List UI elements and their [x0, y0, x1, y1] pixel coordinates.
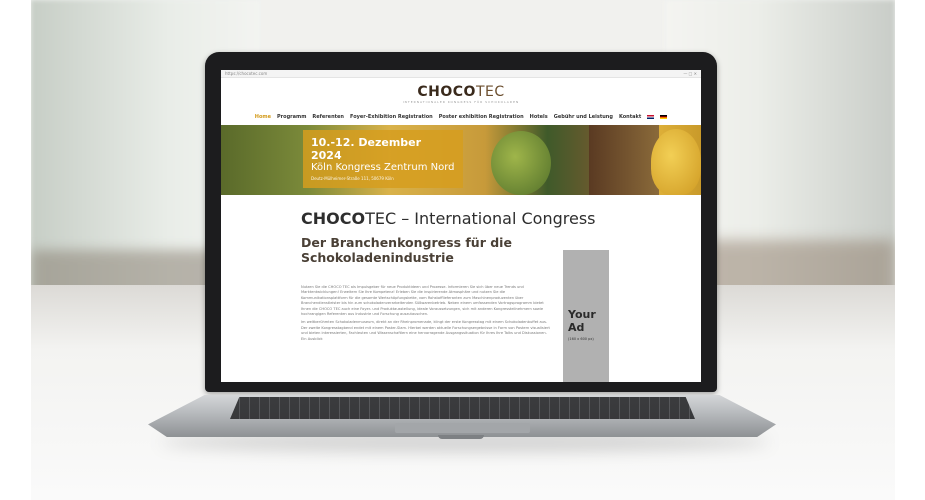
site-logo[interactable]: CHOCOTEC	[221, 84, 701, 100]
logo-tec: TEC	[475, 84, 505, 100]
event-info-box: 10.-12. Dezember 2024 Köln Kongress Zent…	[303, 130, 463, 188]
ad-size: (160 x 600 px)	[568, 337, 594, 341]
laptop-hinge-notch	[438, 435, 484, 439]
url-text[interactable]: https://chocotec.com	[225, 71, 267, 76]
logo-subtitle: INTERNATIONALER KONGRESS FÜR SCHOKOLADEN	[402, 100, 520, 104]
ad-title: Your Ad	[568, 308, 596, 334]
second-paragraph: Im weltberühmten Schokoladenmuseum, dire…	[301, 320, 550, 341]
event-address: Deutz-Mülheimer-Straße 111, 50679 Köln	[311, 176, 394, 181]
flag-de-icon[interactable]	[660, 115, 668, 119]
ad-banner[interactable]: Your Ad (160 x 600 px)	[563, 250, 609, 382]
logo-choco: CHOCO	[417, 84, 476, 100]
page-subtitle: Der Branchenkongress für die Schokoladen…	[301, 235, 512, 265]
hero-banner: 10.-12. Dezember 2024 Köln Kongress Zent…	[221, 125, 701, 195]
nav-kontakt[interactable]: Kontakt	[619, 114, 641, 120]
intro-paragraph: Nutzen Sie die CHOCO TEC als Impulsgeber…	[301, 285, 544, 317]
nav-programm[interactable]: Programm	[277, 114, 306, 120]
nav-hotels[interactable]: Hotels	[530, 114, 548, 120]
cocoa-pod-green	[491, 131, 551, 195]
event-date: 10.-12. Dezember 2024	[311, 136, 422, 162]
nav-poster-exhibition[interactable]: Poster exhibition Registration	[439, 114, 524, 120]
site-header: CHOCOTEC INTERNATIONALER KONGRESS FÜR SC…	[221, 78, 701, 112]
window-controls[interactable]: — □ ✕	[683, 71, 697, 76]
laptop-lid: https://chocotec.com — □ ✕ CHOCOTEC INTE…	[205, 52, 717, 392]
browser-address-bar[interactable]: https://chocotec.com — □ ✕	[221, 70, 701, 78]
main-nav: Home Programm Referenten Foyer-Exhibitio…	[221, 112, 701, 122]
laptop-screen: https://chocotec.com — □ ✕ CHOCOTEC INTE…	[221, 70, 701, 382]
cocoa-pod-yellow	[651, 129, 701, 195]
title-rest: TEC – International Congress	[365, 209, 596, 228]
main-content: CHOCOTEC – International Congress Der Br…	[221, 209, 701, 382]
nav-referenten[interactable]: Referenten	[312, 114, 344, 120]
laptop-keyboard	[230, 397, 695, 419]
page-title: CHOCOTEC – International Congress	[301, 209, 701, 228]
cocoa-pod-brown	[589, 125, 659, 195]
event-venue: Köln Kongress Zentrum Nord	[311, 162, 455, 173]
nav-home[interactable]: Home	[255, 114, 271, 120]
laptop-trackpad	[395, 423, 530, 433]
nav-foyer-exhibition[interactable]: Foyer-Exhibition Registration	[350, 114, 433, 120]
nav-gebuehr[interactable]: Gebühr und Leistung	[554, 114, 613, 120]
flag-uk-icon[interactable]	[647, 115, 655, 119]
title-choco: CHOCO	[301, 209, 366, 228]
